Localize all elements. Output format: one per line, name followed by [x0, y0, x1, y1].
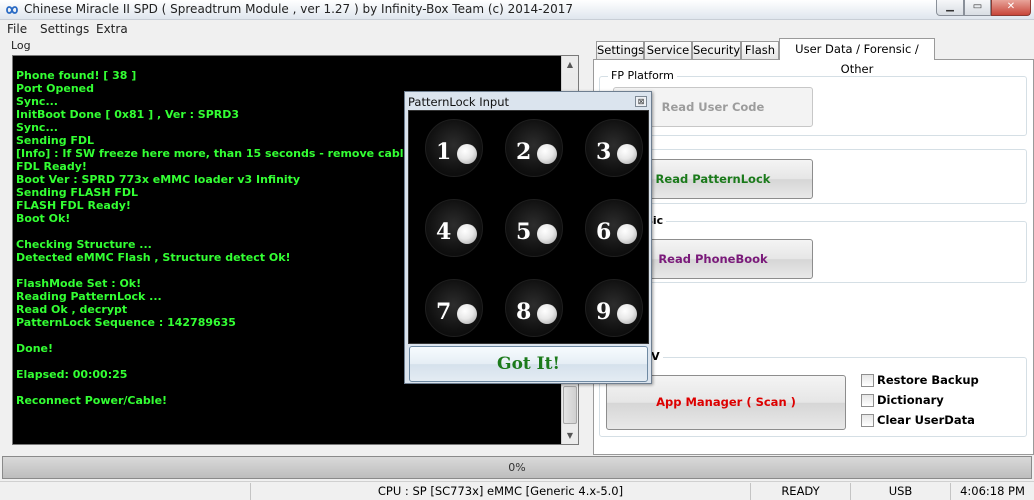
tab-flash[interactable]: Flash [741, 41, 779, 60]
pattern-dot-2[interactable]: 2 [489, 111, 569, 189]
patternlock-dialog: PatternLock Input ⊠ 1 2 3 4 5 6 7 8 9 Got It! [404, 91, 652, 384]
tab-security[interactable]: Security [692, 41, 741, 60]
pattern-dot-7[interactable]: 7 [409, 271, 489, 349]
pattern-dot-9[interactable]: 9 [569, 271, 649, 349]
pattern-dot-ring: 5 [505, 199, 563, 257]
log-line: Reconnect Power/Cable! [16, 394, 168, 407]
pattern-dot-number: 3 [596, 139, 612, 165]
tab-service[interactable]: Service [644, 41, 692, 60]
time-status: 4:06:18 PM [950, 483, 1034, 500]
pattern-dot-1[interactable]: 1 [409, 111, 489, 189]
pattern-dot-ball-icon [457, 144, 477, 164]
pattern-dot-ring: 1 [425, 119, 483, 177]
pattern-dot-ring: 7 [425, 279, 483, 337]
pattern-dot-8[interactable]: 8 [489, 271, 569, 349]
scroll-down-arrow-icon[interactable]: ▼ [562, 427, 578, 444]
menu-file[interactable]: File [7, 22, 27, 36]
scroll-thumb[interactable] [563, 386, 577, 424]
minimize-button[interactable]: ▁ [936, 0, 964, 16]
log-label: Log [11, 39, 31, 52]
pattern-dot-number: 9 [596, 299, 612, 325]
pattern-dot-ball-icon [457, 224, 477, 244]
progress-bar: 0% [2, 456, 1032, 479]
got-it-button[interactable]: Got It! [409, 346, 648, 382]
window-title: Chinese Miracle II SPD ( Spreadtrum Modu… [24, 2, 574, 16]
menu-extra[interactable]: Extra [96, 22, 128, 36]
pattern-dot-ring: 9 [585, 279, 643, 337]
dictionary-label: Dictionary [877, 393, 944, 407]
pattern-dot-ring: 4 [425, 199, 483, 257]
pattern-dot-ball-icon [617, 144, 637, 164]
pattern-grid: 1 2 3 4 5 6 7 8 9 [408, 110, 649, 344]
pattern-dot-5[interactable]: 5 [489, 191, 569, 269]
pattern-dot-number: 8 [516, 299, 532, 325]
log-line: Phone found! [ 38 ] [16, 69, 137, 82]
pattern-dot-ring: 2 [505, 119, 563, 177]
pattern-dot-ball-icon [537, 224, 557, 244]
pattern-dot-6[interactable]: 6 [569, 191, 649, 269]
pattern-dot-number: 7 [436, 299, 452, 325]
ready-status: READY [750, 483, 850, 500]
pattern-dot-ball-icon [617, 224, 637, 244]
pattern-dot-3[interactable]: 3 [569, 111, 649, 189]
clear-userdata-checkbox[interactable] [861, 414, 874, 427]
infinity-logo-icon [6, 6, 18, 14]
fp-platform-title: FP Platform [608, 69, 677, 82]
tab-bar: Settings Service Security Flash User Dat… [593, 38, 1034, 76]
pattern-dot-number: 1 [436, 139, 452, 165]
menu-bar: File Settings Extra [0, 20, 1034, 38]
pattern-dot-number: 2 [516, 139, 532, 165]
dialog-title: PatternLock Input [408, 95, 510, 109]
pattern-dot-ring: 8 [505, 279, 563, 337]
restore-backup-label: Restore Backup [877, 373, 979, 387]
pattern-dot-ball-icon [537, 144, 557, 164]
pattern-dot-ball-icon [537, 304, 557, 324]
user-data-panel: FP Platform Read User Code orm Read Patt… [593, 59, 1034, 455]
cpu-status: CPU : SP [SC773x] eMMC [Generic 4.x-5.0] [250, 483, 750, 500]
pattern-dot-number: 5 [516, 219, 532, 245]
dialog-close-icon[interactable]: ⊠ [635, 96, 647, 107]
scroll-up-arrow-icon[interactable]: ▲ [562, 56, 578, 73]
pattern-dot-ring: 6 [585, 199, 643, 257]
tab-user-data-forensic-other[interactable]: User Data / Forensic / Other [779, 38, 935, 76]
dictionary-checkbox[interactable] [861, 394, 874, 407]
pattern-dot-number: 4 [436, 219, 452, 245]
menu-settings[interactable]: Settings [40, 22, 89, 36]
pattern-dot-number: 6 [596, 219, 612, 245]
title-bar: Chinese Miracle II SPD ( Spreadtrum Modu… [0, 0, 1034, 20]
clear-userdata-label: Clear UserData [877, 413, 975, 427]
pattern-dot-4[interactable]: 4 [409, 191, 489, 269]
maximize-button[interactable]: ▭ [964, 0, 991, 16]
pattern-dot-ball-icon [457, 304, 477, 324]
pattern-dot-ring: 3 [585, 119, 643, 177]
usb-status: USB [850, 483, 950, 500]
pattern-dot-ball-icon [617, 304, 637, 324]
status-bar: CPU : SP [SC773x] eMMC [Generic 4.x-5.0]… [0, 481, 1034, 500]
tab-settings[interactable]: Settings [596, 41, 644, 60]
restore-backup-checkbox[interactable] [861, 374, 874, 387]
close-button[interactable]: ✕ [991, 0, 1031, 16]
